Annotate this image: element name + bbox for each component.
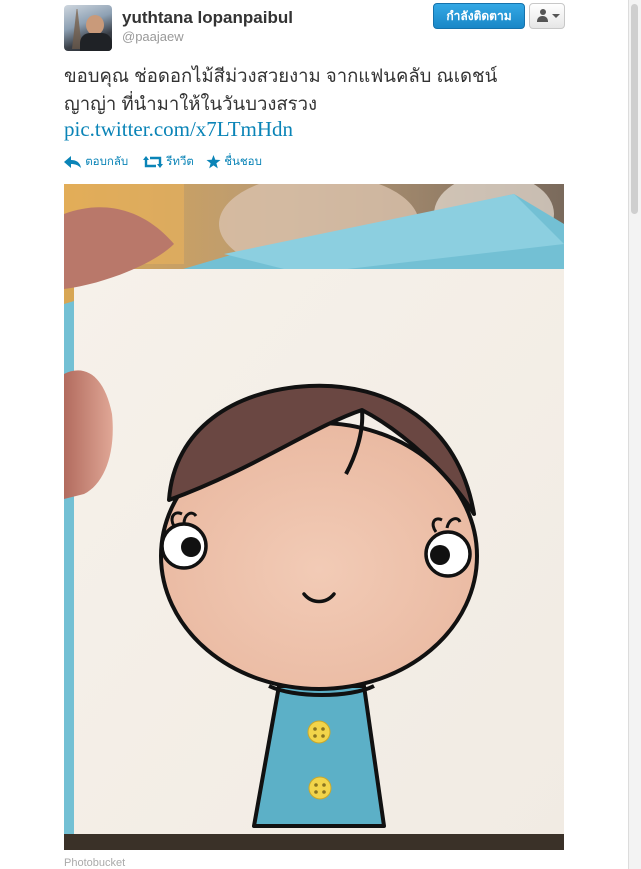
avatar-body xyxy=(80,33,112,51)
tweet-text-line: ญาญ่า ที่นำมาให้ในวันบวงสรวง xyxy=(64,93,318,114)
user-actions-dropdown[interactable] xyxy=(529,3,565,29)
favorite-label: ชื่นชอบ xyxy=(224,156,262,168)
scrollbar-thumb[interactable] xyxy=(631,4,638,214)
person-icon xyxy=(537,9,548,22)
favorite-action[interactable]: ชื่นชอบ xyxy=(206,153,262,171)
retweet-icon xyxy=(143,156,163,168)
caret-down-icon xyxy=(552,14,560,18)
tweet-text: ขอบคุณ ช่อดอกไม้สีม่วงสวยงาม จากแฟนคลับ … xyxy=(64,62,564,118)
tweet-photo[interactable] xyxy=(64,184,564,850)
retweet-action[interactable]: รีทวีต xyxy=(143,153,194,171)
star-icon xyxy=(206,155,221,169)
reply-icon xyxy=(64,156,81,168)
tweet-detail: yuthtana lopanpaibul @paajaew กำลังติดตา… xyxy=(0,0,629,869)
photo-illustration xyxy=(64,184,564,850)
following-button[interactable]: กำลังติดตาม xyxy=(433,3,525,29)
retweet-label: รีทวีต xyxy=(166,156,194,168)
display-name[interactable]: yuthtana lopanpaibul xyxy=(122,8,293,28)
tweet-text-line: ขอบคุณ ช่อดอกไม้สีม่วงสวยงาม จากแฟนคลับ … xyxy=(64,65,498,86)
scrollbar[interactable] xyxy=(628,0,641,869)
reply-action[interactable]: ตอบกลับ xyxy=(64,153,128,171)
tweet-media-link[interactable]: pic.twitter.com/x7LTmHdn xyxy=(64,117,293,142)
screen-name[interactable]: @paajaew xyxy=(122,29,184,44)
avatar[interactable] xyxy=(64,5,112,51)
avatar-face xyxy=(86,15,104,35)
media-source[interactable]: Photobucket xyxy=(64,857,125,869)
reply-label: ตอบกลับ xyxy=(85,156,129,168)
